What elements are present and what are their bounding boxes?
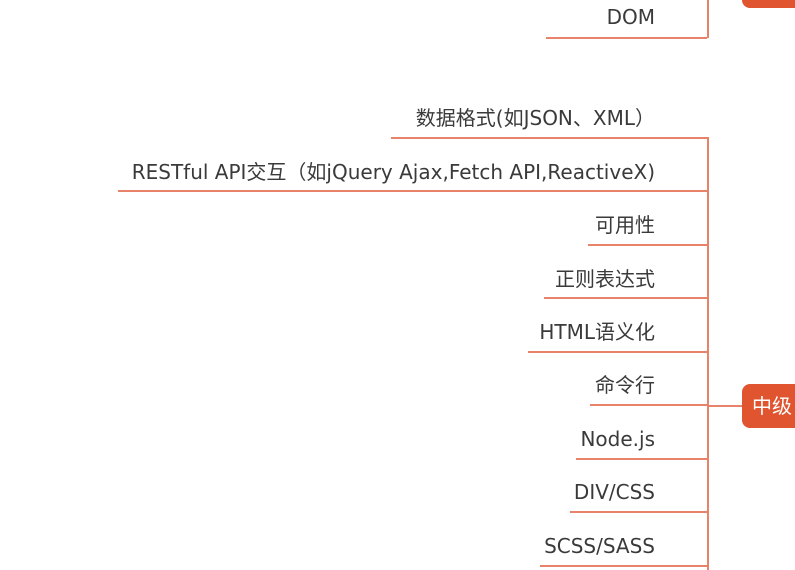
node-label[interactable]: RESTful API交互（如jQuery Ajax,Fetch API,Rea… (132, 160, 655, 184)
node-dom-underline (546, 37, 707, 39)
middle-branch-connector (707, 137, 709, 570)
node-underline (118, 190, 707, 192)
upper-hub-node-edge[interactable] (742, 0, 795, 8)
hub-connector (707, 405, 743, 407)
node-label[interactable]: DIV/CSS (574, 480, 655, 504)
node-dom[interactable]: DOM (607, 5, 655, 29)
node-label[interactable]: 命令行 (595, 373, 655, 397)
node-label[interactable]: SCSS/SASS (544, 534, 655, 558)
node-underline (590, 404, 707, 406)
upper-branch-connector (707, 0, 709, 38)
hub-node-intermediate[interactable]: 中级 (742, 384, 795, 428)
node-underline (391, 137, 707, 139)
node-underline (570, 511, 707, 513)
node-label[interactable]: HTML语义化 (539, 320, 655, 344)
node-underline (528, 351, 707, 353)
node-label[interactable]: 数据格式(如JSON、XML） (416, 106, 655, 130)
node-label[interactable]: Node.js (580, 427, 655, 451)
node-underline (540, 565, 707, 567)
node-underline (576, 458, 707, 460)
node-underline (544, 297, 707, 299)
node-label[interactable]: 可用性 (595, 213, 655, 237)
node-label[interactable]: 正则表达式 (555, 267, 655, 291)
node-underline (588, 244, 707, 246)
